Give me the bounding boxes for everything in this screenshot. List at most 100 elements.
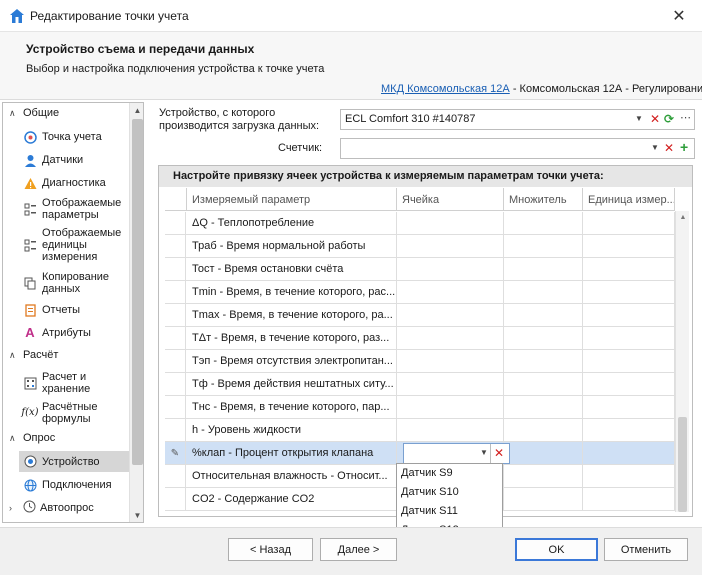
close-button[interactable]: ✕ [660, 2, 698, 30]
sidebar-item-attributes[interactable]: A Атрибуты [23, 325, 127, 341]
cancel-button[interactable]: Отменить [604, 538, 688, 561]
cell-multiplier[interactable] [504, 258, 583, 281]
sidebar-item-reports[interactable]: Отчеты [23, 302, 127, 318]
nav-group-general[interactable]: ∧ Общие [9, 107, 59, 119]
sidebar-scrollbar[interactable]: ▲ ▼ [129, 103, 143, 522]
cell-sensor[interactable] [397, 396, 504, 419]
sidebar-item-label: Расчет и хранение [42, 371, 91, 395]
meter-select[interactable]: ▼ ✕ + [340, 138, 695, 159]
table-row[interactable]: Tmax - Время, в течение которого, ра... [165, 304, 675, 327]
cell-sensor[interactable] [397, 419, 504, 442]
table-row[interactable]: Траб - Время нормальной работы [165, 235, 675, 258]
dropdown-option[interactable]: Датчик S9 [397, 464, 502, 483]
nav-group-polling[interactable]: ∧ Опрос [9, 432, 55, 444]
scrollbar-thumb[interactable] [132, 119, 143, 465]
cell-multiplier[interactable] [504, 212, 583, 235]
cell-multiplier[interactable] [504, 373, 583, 396]
table-row[interactable]: Тнс - Время, в течение которого, пар... [165, 396, 675, 419]
cell-sensor[interactable] [397, 235, 504, 258]
grid-scrollbar[interactable]: ▲ [675, 211, 689, 512]
table-row[interactable]: Tmin - Время, в течение которого, рас... [165, 281, 675, 304]
scroll-down-icon[interactable]: ▼ [130, 508, 143, 522]
cell-unit[interactable] [583, 465, 675, 488]
chevron-down-icon[interactable]: ▼ [651, 143, 659, 152]
table-row[interactable]: Тф - Время действия нештатных ситу... [165, 373, 675, 396]
nav-group-calculation[interactable]: ∧ Расчёт [9, 349, 58, 361]
more-icon[interactable]: ⋯ [680, 111, 691, 124]
scroll-up-icon[interactable]: ▲ [130, 103, 143, 117]
column-header-multiplier[interactable]: Множитель [504, 188, 583, 211]
table-row[interactable]: Тост - Время остановки счёта [165, 258, 675, 281]
cell-select-editor[interactable]: ▼ ✕ [403, 443, 510, 464]
cell-multiplier[interactable] [504, 304, 583, 327]
table-row[interactable]: ΔQ - Теплопотребление [165, 212, 675, 235]
clear-icon[interactable]: ✕ [650, 112, 660, 126]
table-row[interactable]: h - Уровень жидкости [165, 419, 675, 442]
dropdown-option[interactable]: Датчик S10 [397, 483, 502, 502]
cell-unit[interactable] [583, 258, 675, 281]
table-row[interactable]: TΔт - Время, в течение которого, раз... [165, 327, 675, 350]
sidebar-item-sensors[interactable]: Датчики [23, 152, 127, 168]
device-select[interactable]: ECL Comfort 310 #140787 ▼ ✕ ⟳ ⋯ [340, 109, 695, 130]
column-header-cell[interactable]: Ячейка [397, 188, 504, 211]
back-button[interactable]: < Назад [228, 538, 313, 561]
clear-icon[interactable]: ✕ [494, 446, 504, 460]
cell-unit[interactable] [583, 212, 675, 235]
sidebar-item-formulas[interactable]: f(x) Расчётные формулы [21, 400, 127, 426]
nav-group-autopoll[interactable]: › Автоопрос [9, 500, 94, 516]
sidebar-item-copy-data[interactable]: Копирование данных [23, 270, 127, 296]
sidebar-item-displayed-params[interactable]: Отображаемые параметры [23, 196, 127, 222]
row-indicator [165, 258, 186, 281]
page-title: Устройство съема и передачи данных [26, 42, 255, 56]
cell-sensor[interactable] [397, 304, 504, 327]
refresh-icon[interactable]: ⟳ [664, 112, 674, 126]
breadcrumb: МКД Комсомольская 12А - Комсомольская 12… [381, 83, 702, 95]
sidebar-item-calc-storage[interactable]: Расчет и хранение [23, 370, 127, 396]
cell-unit[interactable] [583, 235, 675, 258]
cell-multiplier[interactable] [504, 235, 583, 258]
sidebar-item-metering-point[interactable]: Точка учета [23, 129, 127, 145]
cell-sensor[interactable] [397, 327, 504, 350]
cell-multiplier[interactable] [504, 350, 583, 373]
cell-multiplier[interactable] [504, 396, 583, 419]
scroll-up-icon[interactable]: ▲ [676, 211, 689, 223]
cell-multiplier[interactable] [504, 442, 583, 465]
cell-sensor[interactable] [397, 373, 504, 396]
cell-multiplier[interactable] [504, 281, 583, 304]
sidebar-item-device[interactable]: Устройство [19, 451, 129, 472]
dropdown-option[interactable]: Датчик S11 [397, 502, 502, 521]
meter-label: Счетчик: [278, 142, 323, 154]
cell-sensor[interactable] [397, 258, 504, 281]
cell-unit[interactable] [583, 281, 675, 304]
chevron-down-icon[interactable]: ▼ [635, 114, 643, 123]
cell-unit[interactable] [583, 442, 675, 465]
cell-unit[interactable] [583, 396, 675, 419]
ok-button[interactable]: OK [515, 538, 598, 561]
column-header-unit[interactable]: Единица измер... [583, 188, 675, 211]
cell-unit[interactable] [583, 350, 675, 373]
cell-multiplier[interactable] [504, 419, 583, 442]
sidebar-item-displayed-units[interactable]: Отображаемые единицы измерения [23, 226, 127, 264]
cell-multiplier[interactable] [504, 465, 583, 488]
column-header-param[interactable]: Измеряемый параметр [187, 188, 397, 211]
table-row[interactable]: Тэп - Время отсутствия электропитан... [165, 350, 675, 373]
sidebar-nav: ∧ Общие Точка учета Датчики Диагностика О… [2, 102, 144, 523]
cell-sensor[interactable] [397, 350, 504, 373]
chevron-down-icon[interactable]: ▼ [480, 448, 488, 457]
cell-sensor[interactable] [397, 212, 504, 235]
sidebar-item-connections[interactable]: Подключения [23, 477, 127, 493]
scrollbar-thumb[interactable] [678, 417, 687, 512]
cell-unit[interactable] [583, 304, 675, 327]
sidebar-item-diagnostics[interactable]: Диагностика [23, 175, 127, 191]
next-button[interactable]: Далее > [320, 538, 397, 561]
breadcrumb-link[interactable]: МКД Комсомольская 12А [381, 83, 510, 95]
add-icon[interactable]: + [680, 139, 688, 155]
clear-icon[interactable]: ✕ [664, 141, 674, 155]
cell-unit[interactable] [583, 373, 675, 396]
cell-unit[interactable] [583, 419, 675, 442]
cell-sensor[interactable] [397, 281, 504, 304]
cell-multiplier[interactable] [504, 327, 583, 350]
cell-unit[interactable] [583, 488, 675, 511]
cell-unit[interactable] [583, 327, 675, 350]
cell-multiplier[interactable] [504, 488, 583, 511]
